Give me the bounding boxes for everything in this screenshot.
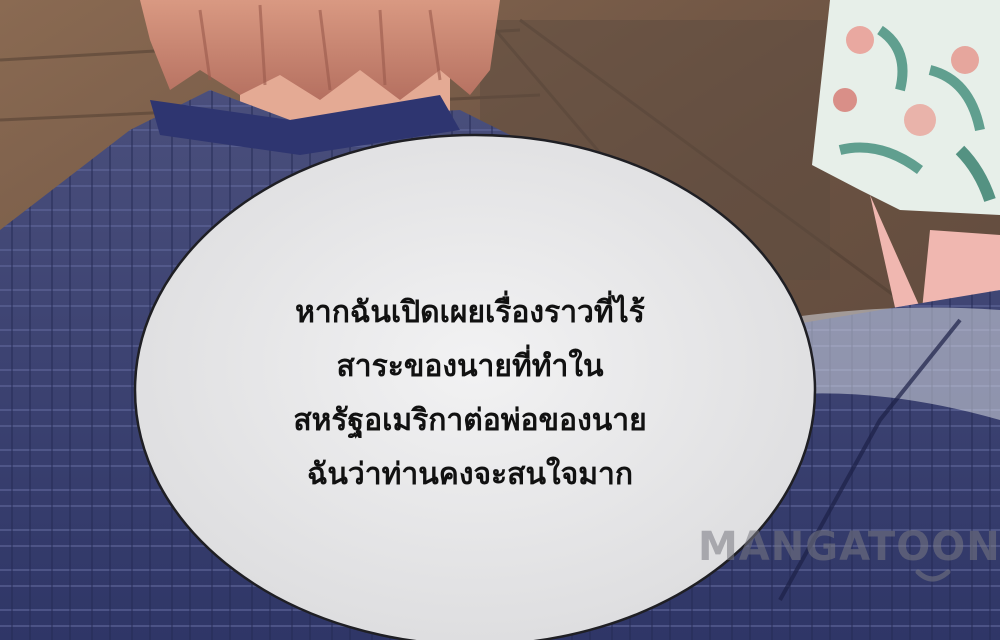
dialogue-line-2: สาระของนายที่ทำใน [336,349,604,384]
dialogue-line-1: หากฉันเปิดเผยเรื่องราวที่ไร้ [295,295,645,330]
speech-bubble-text: หากฉันเปิดเผยเรื่องราวที่ไร้ สาระของนายท… [200,286,740,502]
dialogue-line-4: ฉันว่าท่านคงจะสนใจมาก [306,457,633,492]
watermark-logo: MANGATOON [698,524,1000,570]
dialogue-line-3: สหรัฐอเมริกาต่อพ่อของนาย [293,403,647,438]
